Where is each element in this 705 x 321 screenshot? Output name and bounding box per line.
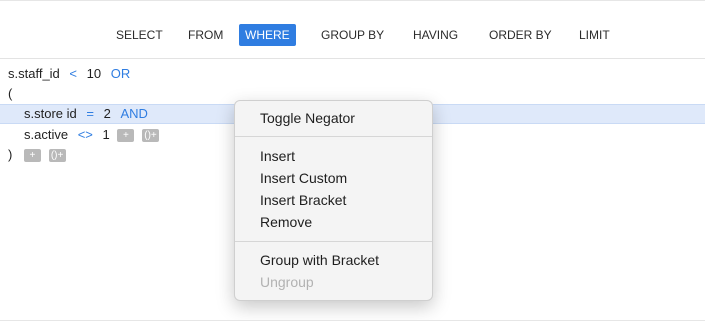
- condition-operator[interactable]: =: [86, 105, 94, 123]
- logical-connector[interactable]: OR: [111, 64, 131, 84]
- condition-value[interactable]: 10: [87, 64, 101, 84]
- logical-connector[interactable]: AND: [120, 105, 147, 123]
- condition-value[interactable]: 2: [104, 105, 111, 123]
- condition-operator[interactable]: <>: [78, 125, 93, 145]
- condition-operator[interactable]: <: [69, 64, 77, 84]
- add-condition-icon[interactable]: +: [117, 129, 135, 143]
- menu-item-ungroup: Ungroup: [260, 274, 314, 290]
- tab-group-by[interactable]: GROUP BY: [315, 24, 390, 46]
- clause-tabs: SELECT FROM WHERE GROUP BY HAVING ORDER …: [0, 0, 705, 59]
- tab-having[interactable]: HAVING: [407, 24, 464, 46]
- condition-field[interactable]: s.staff_id: [8, 64, 60, 84]
- add-bracket-icon[interactable]: ()+: [142, 129, 159, 143]
- condition-value[interactable]: 1: [103, 125, 110, 145]
- menu-item-insert-bracket[interactable]: Insert Bracket: [260, 189, 346, 211]
- condition-field[interactable]: s.active: [24, 125, 68, 145]
- tab-limit[interactable]: LIMIT: [573, 24, 616, 46]
- condition-field[interactable]: s.store id: [24, 105, 77, 123]
- context-menu: Toggle Negator Insert Insert Custom Inse…: [234, 100, 433, 301]
- tab-order-by[interactable]: ORDER BY: [483, 24, 558, 46]
- add-bracket-icon[interactable]: ()+: [48, 149, 66, 163]
- menu-item-remove[interactable]: Remove: [260, 211, 312, 233]
- menu-separator: [235, 241, 432, 242]
- menu-separator: [235, 136, 432, 137]
- tab-where[interactable]: WHERE: [239, 24, 296, 46]
- close-bracket[interactable]: ): [8, 145, 12, 165]
- add-condition-icon[interactable]: +: [23, 149, 41, 163]
- tab-from[interactable]: FROM: [182, 24, 229, 46]
- menu-item-insert[interactable]: Insert: [260, 145, 295, 167]
- open-bracket[interactable]: (: [8, 84, 12, 104]
- menu-item-toggle-negator[interactable]: Toggle Negator: [260, 107, 355, 129]
- tab-select[interactable]: SELECT: [110, 24, 169, 46]
- condition-row[interactable]: s.staff_id < 10 OR: [0, 64, 705, 84]
- menu-item-group-with-bracket[interactable]: Group with Bracket: [260, 249, 379, 271]
- menu-item-insert-custom[interactable]: Insert Custom: [260, 167, 347, 189]
